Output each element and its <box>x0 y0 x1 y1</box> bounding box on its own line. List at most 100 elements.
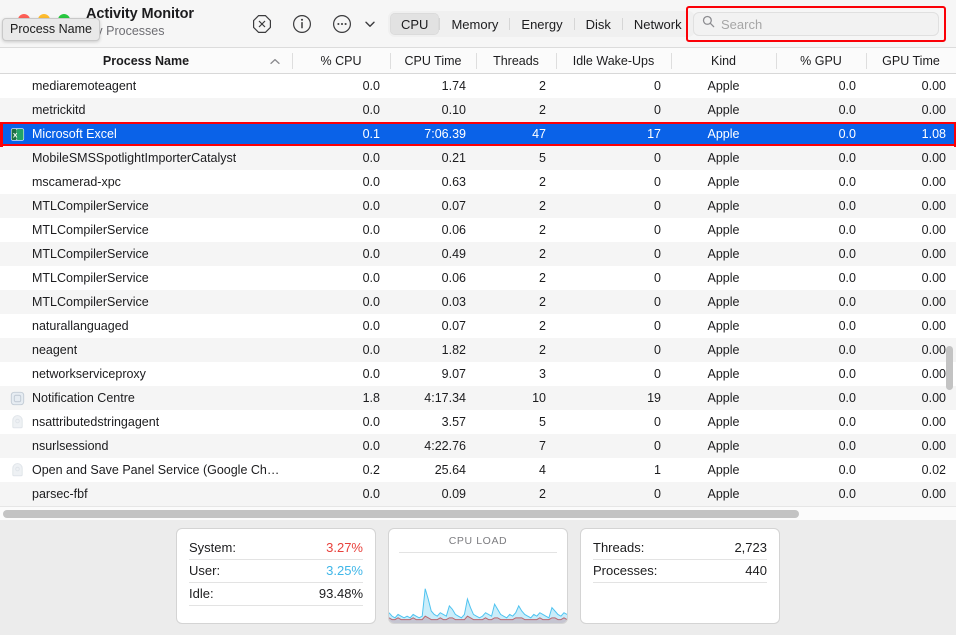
resource-tab-group[interactable]: CPU Memory Energy Disk Network <box>388 11 695 37</box>
count-stat-threads: Threads: 2,723 <box>593 537 767 560</box>
cell-name: Notification Centre <box>0 386 292 410</box>
table-row[interactable]: parsec-fbf 0.0 0.09 2 0 Apple 0.0 0.00 <box>0 482 956 506</box>
cell-cpu: 0.0 <box>362 343 380 357</box>
cell-cpu-time: 4:17.34 <box>424 391 466 405</box>
tab-disk[interactable]: Disk <box>575 13 622 35</box>
cell-kind: Apple <box>707 271 740 285</box>
cell-kind: Apple <box>707 199 740 213</box>
cell-idle-wakeups: 0 <box>654 271 661 285</box>
cell-gpu-time: 0.00 <box>921 367 946 381</box>
cell-name: networkserviceproxy <box>0 362 292 386</box>
table-row[interactable]: MTLCompilerService 0.0 0.06 2 0 Apple 0.0 0.00 <box>0 218 956 242</box>
table-row[interactable]: MTLCompilerService 0.0 0.06 2 0 Apple 0.0 0.00 <box>0 266 956 290</box>
column-header-idle-wake-ups[interactable]: Idle Wake-Ups <box>556 48 671 74</box>
cell-gpu-time: 0.00 <box>921 271 946 285</box>
column-header-cpu-time[interactable]: CPU Time <box>390 48 476 74</box>
cell-name: MobileSMSSpotlightImporterCatalyst <box>0 146 292 170</box>
column-header-threads[interactable]: Threads <box>476 48 556 74</box>
cell-threads: 2 <box>539 247 546 261</box>
column-header-process-name[interactable]: Process Name <box>0 48 292 74</box>
process-name-label: parsec-fbf <box>32 487 88 501</box>
window-title-block: Activity Monitor My Processes <box>86 6 194 39</box>
table-row[interactable]: Notification Centre 1.8 4:17.34 10 19 Apple 0.… <box>0 386 956 410</box>
cell-cpu-time: 1.74 <box>441 79 466 93</box>
cell-cpu: 0.0 <box>362 175 380 189</box>
tab-memory[interactable]: Memory <box>440 13 509 35</box>
stat-value: 440 <box>745 563 767 578</box>
cell-gpu: 0.0 <box>838 127 856 141</box>
cell-threads: 5 <box>539 415 546 429</box>
table-row[interactable]: networkserviceproxy 0.0 9.07 3 0 Apple 0.0 0.00 <box>0 362 956 386</box>
search-field-container[interactable]: Search <box>686 6 946 42</box>
process-table-body[interactable]: mediaremoteagent 0.0 1.74 2 0 Apple 0.0 0.00 met… <box>0 74 956 506</box>
cell-kind: Apple <box>707 79 740 93</box>
cell-gpu: 0.0 <box>838 223 856 237</box>
cell-gpu-time: 0.00 <box>921 295 946 309</box>
cell-gpu-time: 0.00 <box>921 175 946 189</box>
cell-cpu: 0.0 <box>362 79 380 93</box>
table-row[interactable]: nsurlsessiond 0.0 4:22.76 7 0 Apple 0.0 0.00 <box>0 434 956 458</box>
cell-cpu: 0.0 <box>362 367 380 381</box>
process-name-tooltip: Process Name <box>2 18 100 41</box>
tab-network[interactable]: Network <box>623 13 693 35</box>
cell-threads: 10 <box>532 391 546 405</box>
stat-label: Threads: <box>593 540 645 555</box>
table-row[interactable]: nsattributedstringagent 0.0 3.57 5 0 Apple 0.0… <box>0 410 956 434</box>
sort-ascending-icon <box>270 54 280 68</box>
process-name-label: MobileSMSSpotlightImporterCatalyst <box>32 151 237 165</box>
search-placeholder: Search <box>721 16 763 32</box>
more-options-icon[interactable] <box>330 12 354 36</box>
cell-kind: Apple <box>707 487 740 501</box>
inspect-process-icon[interactable] <box>290 12 314 36</box>
table-row[interactable]: Open and Save Panel Service (Google Ch… 0… <box>0 458 956 482</box>
cell-gpu: 0.0 <box>838 439 856 453</box>
table-row[interactable]: metrickitd 0.0 0.10 2 0 Apple 0.0 0.00 <box>0 98 956 122</box>
table-row[interactable]: MobileSMSSpotlightImporterCatalyst 0.0 0.2… <box>0 146 956 170</box>
table-row[interactable]: mscamerad-xpc 0.0 0.63 2 0 Apple 0.0 0.00 <box>0 170 956 194</box>
horizontal-scrollbar-thumb[interactable] <box>3 510 799 518</box>
chevron-down-icon[interactable] <box>362 12 378 36</box>
cell-cpu: 0.2 <box>362 463 380 477</box>
horizontal-scrollbar[interactable] <box>0 506 956 520</box>
table-row[interactable]: MTLCompilerService 0.0 0.49 2 0 Apple 0.0 0.00 <box>0 242 956 266</box>
table-row[interactable]: mediaremoteagent 0.0 1.74 2 0 Apple 0.0 0.00 <box>0 74 956 98</box>
column-header-gpu-time[interactable]: GPU Time <box>866 48 956 74</box>
cell-gpu-time: 1.08 <box>921 127 946 141</box>
table-header-row[interactable]: Process Name % CPU CPU Time Threads Idle Wak… <box>0 48 956 74</box>
table-row[interactable]: neagent 0.0 1.82 2 0 Apple 0.0 0.00 <box>0 338 956 362</box>
cell-name: naturallanguaged <box>0 314 292 338</box>
table-row[interactable]: MTLCompilerService 0.0 0.07 2 0 Apple 0.0 0.00 <box>0 194 956 218</box>
stat-label: System: <box>189 540 236 555</box>
cell-idle-wakeups: 19 <box>647 391 661 405</box>
cell-kind: Apple <box>707 151 740 165</box>
tab-cpu[interactable]: CPU <box>390 13 440 35</box>
cell-threads: 47 <box>532 127 546 141</box>
table-row[interactable]: naturallanguaged 0.0 0.07 2 0 Apple 0.0 0.00 <box>0 314 956 338</box>
cell-idle-wakeups: 0 <box>654 439 661 453</box>
cell-idle-wakeups: 0 <box>654 79 661 93</box>
system-counts-panel: Threads: 2,723 Processes: 440 <box>580 528 780 624</box>
search-input[interactable]: Search <box>693 12 939 36</box>
cell-cpu: 0.0 <box>362 271 380 285</box>
count-stat-processes: Processes: 440 <box>593 560 767 583</box>
tab-energy[interactable]: Energy <box>510 13 573 35</box>
cell-cpu-time: 9.07 <box>441 367 466 381</box>
cell-idle-wakeups: 0 <box>654 223 661 237</box>
cell-idle-wakeups: 0 <box>654 319 661 333</box>
column-header-gpu[interactable]: % GPU <box>776 48 866 74</box>
cell-gpu-time: 0.00 <box>921 319 946 333</box>
cpu-load-graph-panel: CPU LOAD <box>388 528 568 624</box>
process-name-label: Open and Save Panel Service (Google Ch… <box>32 463 280 477</box>
cell-gpu: 0.0 <box>838 391 856 405</box>
column-header-kind[interactable]: Kind <box>671 48 776 74</box>
table-row[interactable]: X Microsoft Excel 0.1 7:06.39 47 17 Apple 0.0 1.… <box>0 122 956 146</box>
cell-kind: Apple <box>707 175 740 189</box>
process-name-label: Notification Centre <box>32 391 135 405</box>
table-row[interactable]: MTLCompilerService 0.0 0.03 2 0 Apple 0.0 0.00 <box>0 290 956 314</box>
process-name-label: networkserviceproxy <box>32 367 146 381</box>
cell-gpu: 0.0 <box>838 463 856 477</box>
vertical-scrollbar-thumb[interactable] <box>946 346 953 390</box>
stop-process-icon[interactable] <box>250 12 274 36</box>
cell-idle-wakeups: 0 <box>654 415 661 429</box>
column-header-cpu[interactable]: % CPU <box>292 48 390 74</box>
